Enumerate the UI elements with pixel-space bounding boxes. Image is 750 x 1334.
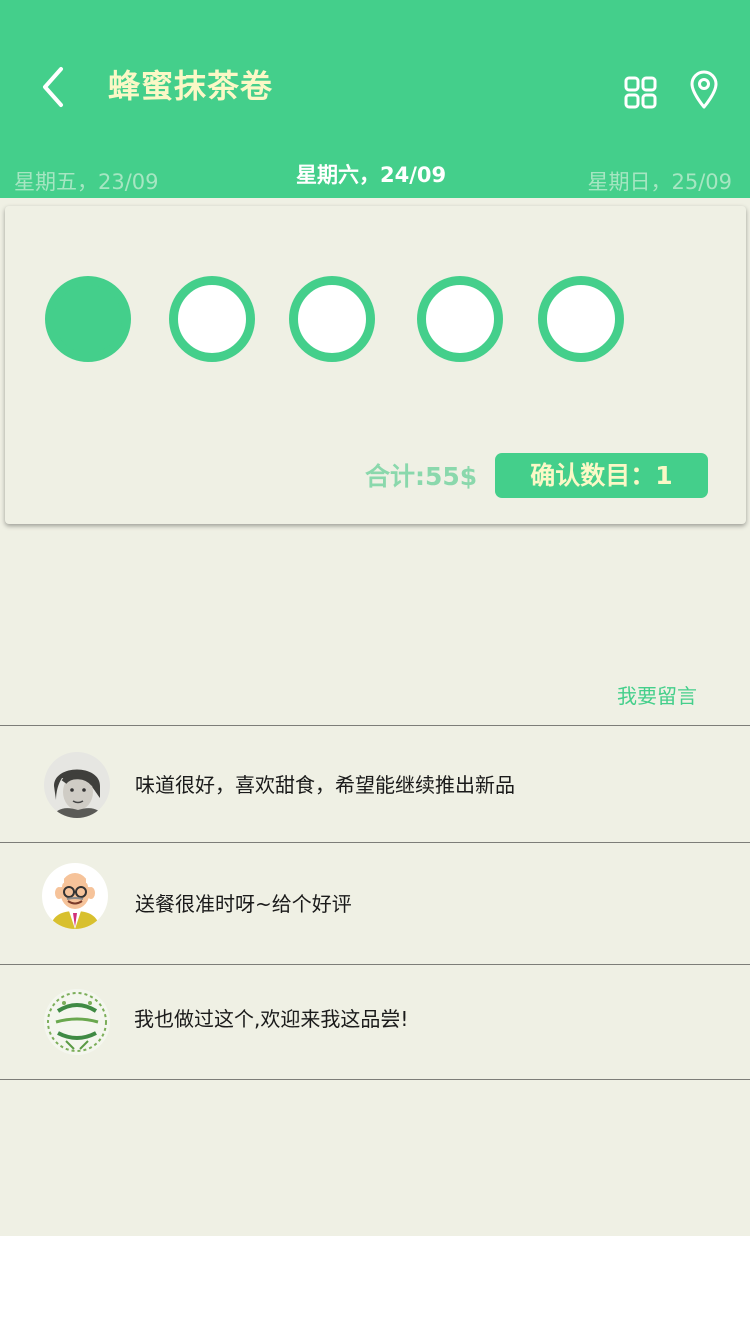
avatar[interactable] <box>42 863 108 929</box>
app-screen: 蜂蜜抹茶卷 星期五，23/09 星期六，24/09 星期日，25/09 合计:5… <box>0 0 750 1236</box>
page-title: 蜂蜜抹茶卷 <box>108 67 274 105</box>
chevron-left-icon <box>43 67 63 107</box>
quantity-option-5[interactable] <box>538 276 624 362</box>
location-pin-icon <box>690 70 718 109</box>
quantity-card: 合计:55$ 确认数目：1 <box>5 206 746 524</box>
quantity-option-1[interactable] <box>45 276 131 362</box>
date-next-tab[interactable]: 星期日，25/09 <box>587 168 732 196</box>
header-bar: 蜂蜜抹茶卷 星期五，23/09 星期六，24/09 星期日，25/09 <box>0 0 750 198</box>
quantity-option-4[interactable] <box>417 276 503 362</box>
date-prev-tab[interactable]: 星期五，23/09 <box>14 168 159 196</box>
comment-text: 味道很好，喜欢甜食，希望能继续推出新品 <box>135 773 515 797</box>
leave-message-link[interactable]: 我要留言 <box>617 682 697 710</box>
location-button[interactable] <box>684 68 724 112</box>
quantity-option-3[interactable] <box>289 276 375 362</box>
comment-text: 送餐很准时呀~给个好评 <box>135 892 352 916</box>
avatar-cartoon-old-man-icon <box>42 863 108 929</box>
grid-button[interactable] <box>620 72 660 112</box>
comment-list: 味道很好，喜欢甜食，希望能继续推出新品 送餐很准时呀~给个好评 我也做过这个,欢… <box>0 725 750 1080</box>
confirm-quantity-button[interactable]: 确认数目：1 <box>495 453 708 498</box>
quantity-option-2[interactable] <box>169 276 255 362</box>
comment-item: 我也做过这个,欢迎来我这品尝! <box>0 965 750 1080</box>
comment-item: 味道很好，喜欢甜食，希望能继续推出新品 <box>0 726 750 843</box>
comment-item: 送餐很准时呀~给个好评 <box>0 843 750 965</box>
avatar[interactable] <box>44 752 110 818</box>
order-total: 合计:55$ <box>365 462 478 491</box>
avatar-green-emblem-icon <box>44 989 110 1055</box>
avatar-woman-sketch-icon <box>44 752 110 818</box>
date-current-tab[interactable]: 星期六，24/09 <box>296 161 446 189</box>
back-button[interactable] <box>30 62 76 112</box>
avatar[interactable] <box>44 989 110 1055</box>
comment-text: 我也做过这个,欢迎来我这品尝! <box>134 1007 409 1031</box>
grid-icon <box>624 76 657 109</box>
